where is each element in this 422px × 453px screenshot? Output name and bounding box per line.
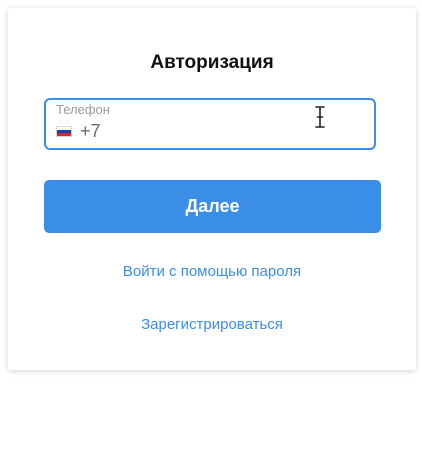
phone-label: Телефон bbox=[56, 102, 110, 117]
next-button[interactable]: Далее bbox=[44, 180, 381, 233]
text-cursor-icon bbox=[315, 106, 325, 128]
register-link[interactable]: Зарегистрироваться bbox=[8, 316, 416, 333]
russia-flag-icon bbox=[56, 126, 72, 137]
page: Авторизация Телефон Далее Войти с помощь… bbox=[0, 0, 422, 453]
password-login-link[interactable]: Войти с помощью пароля bbox=[8, 263, 416, 280]
phone-input[interactable] bbox=[80, 117, 320, 145]
auth-card: Авторизация Телефон Далее Войти с помощь… bbox=[8, 8, 416, 370]
phone-field[interactable]: Телефон bbox=[44, 98, 376, 150]
page-title: Авторизация bbox=[150, 52, 274, 73]
